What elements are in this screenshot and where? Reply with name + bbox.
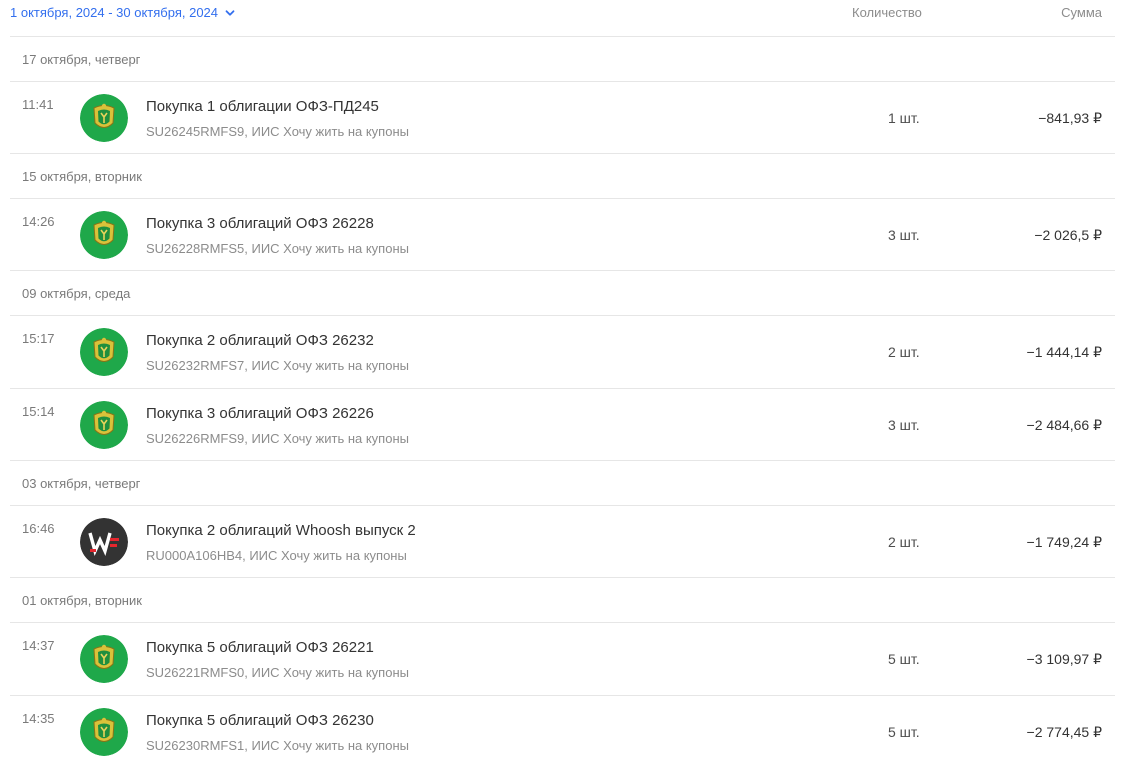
ofz-emblem-icon: [80, 401, 128, 449]
ofz-emblem-icon: [80, 328, 128, 376]
operation-subtitle: SU26245RMFS9, ИИС Хочу жить на купоны: [146, 124, 409, 139]
operation-time: 11:41: [22, 97, 54, 112]
ofz-emblem-icon: [80, 708, 128, 756]
column-header-sum: Сумма: [1061, 5, 1102, 20]
day-header: 03 октября, четверг: [10, 460, 1115, 505]
operation-sum: −2 774,45 ₽: [1026, 724, 1102, 740]
operation-title: Покупка 2 облигаций ОФЗ 26232: [146, 332, 374, 349]
operation-subtitle: SU26228RMFS5, ИИС Хочу жить на купоны: [146, 241, 409, 256]
operation-logo: [80, 211, 128, 259]
ofz-emblem-icon: [80, 635, 128, 683]
date-range-label: 1 октября, 2024 - 30 октября, 2024: [10, 5, 219, 20]
operation-quantity: 5 шт.: [888, 724, 920, 740]
operation-time: 16:46: [22, 521, 55, 536]
operation-title: Покупка 5 облигаций ОФЗ 26221: [146, 639, 374, 656]
operation-row[interactable]: 14:37 Покупка 5 облигаций ОФЗ 26221 SU26…: [10, 622, 1115, 695]
operation-row[interactable]: 15:14 Покупка 3 облигаций ОФЗ 26226 SU26…: [10, 388, 1115, 460]
day-header: 01 октября, вторник: [10, 577, 1115, 622]
day-header: 15 октября, вторник: [10, 153, 1115, 198]
operation-logo: [80, 518, 128, 566]
operation-sum: −2 026,5 ₽: [1034, 227, 1102, 243]
operation-time: 15:17: [22, 331, 55, 346]
operation-sum: −1 444,14 ₽: [1026, 344, 1102, 360]
operation-row[interactable]: 15:17 Покупка 2 облигаций ОФЗ 26232 SU26…: [10, 315, 1115, 388]
ofz-emblem-icon: [80, 211, 128, 259]
operations-page: 1 октября, 2024 - 30 октября, 2024 Колич…: [0, 0, 1131, 769]
operation-sum: −1 749,24 ₽: [1026, 534, 1102, 550]
operation-logo: [80, 94, 128, 142]
operation-sum: −3 109,97 ₽: [1026, 651, 1102, 667]
operation-quantity: 1 шт.: [888, 110, 920, 126]
ofz-emblem-icon: [80, 94, 128, 142]
operation-row[interactable]: 14:35 Покупка 5 облигаций ОФЗ 26230 SU26…: [10, 695, 1115, 767]
date-range-selector[interactable]: 1 октября, 2024 - 30 октября, 2024: [10, 5, 236, 20]
operation-subtitle: SU26232RMFS7, ИИС Хочу жить на купоны: [146, 358, 409, 373]
operation-subtitle: SU26221RMFS0, ИИС Хочу жить на купоны: [146, 665, 409, 680]
operation-logo: [80, 401, 128, 449]
operation-logo: [80, 328, 128, 376]
operations-list: 17 октября, четверг 11:41 Покупка 1 обли…: [10, 36, 1115, 767]
operation-title: Покупка 3 облигаций ОФЗ 26228: [146, 215, 374, 232]
operation-time: 14:35: [22, 711, 55, 726]
operation-quantity: 2 шт.: [888, 534, 920, 550]
chevron-down-icon: [225, 9, 235, 16]
operation-sum: −2 484,66 ₽: [1026, 417, 1102, 433]
operation-subtitle: RU000A106HB4, ИИС Хочу жить на купоны: [146, 548, 407, 563]
operation-subtitle: SU26226RMFS9, ИИС Хочу жить на купоны: [146, 431, 409, 446]
operation-time: 14:26: [22, 214, 55, 229]
operation-row[interactable]: 11:41 Покупка 1 облигации ОФЗ-ПД245 SU26…: [10, 81, 1115, 153]
operation-quantity: 3 шт.: [888, 417, 920, 433]
operation-sum: −841,93 ₽: [1038, 110, 1102, 126]
operation-quantity: 3 шт.: [888, 227, 920, 243]
operation-quantity: 2 шт.: [888, 344, 920, 360]
operations-header: 1 октября, 2024 - 30 октября, 2024 Колич…: [0, 0, 1131, 26]
operation-title: Покупка 5 облигаций ОФЗ 26230: [146, 712, 374, 729]
column-header-quantity: Количество: [852, 5, 922, 20]
day-header: 09 октября, среда: [10, 270, 1115, 315]
operation-row[interactable]: 14:26 Покупка 3 облигаций ОФЗ 26228 SU26…: [10, 198, 1115, 270]
operation-logo: [80, 635, 128, 683]
whoosh-logo-icon: [80, 518, 128, 566]
operation-title: Покупка 1 облигации ОФЗ-ПД245: [146, 98, 379, 115]
operation-subtitle: SU26230RMFS1, ИИС Хочу жить на купоны: [146, 738, 409, 753]
day-header: 17 октября, четверг: [10, 36, 1115, 81]
operation-title: Покупка 2 облигаций Whoosh выпуск 2: [146, 522, 416, 539]
operation-time: 15:14: [22, 404, 55, 419]
operation-logo: [80, 708, 128, 756]
operation-time: 14:37: [22, 638, 55, 653]
operation-title: Покупка 3 облигаций ОФЗ 26226: [146, 405, 374, 422]
operation-row[interactable]: 16:46 Покупка 2 облигаций Whoosh выпуск …: [10, 505, 1115, 577]
operation-quantity: 5 шт.: [888, 651, 920, 667]
